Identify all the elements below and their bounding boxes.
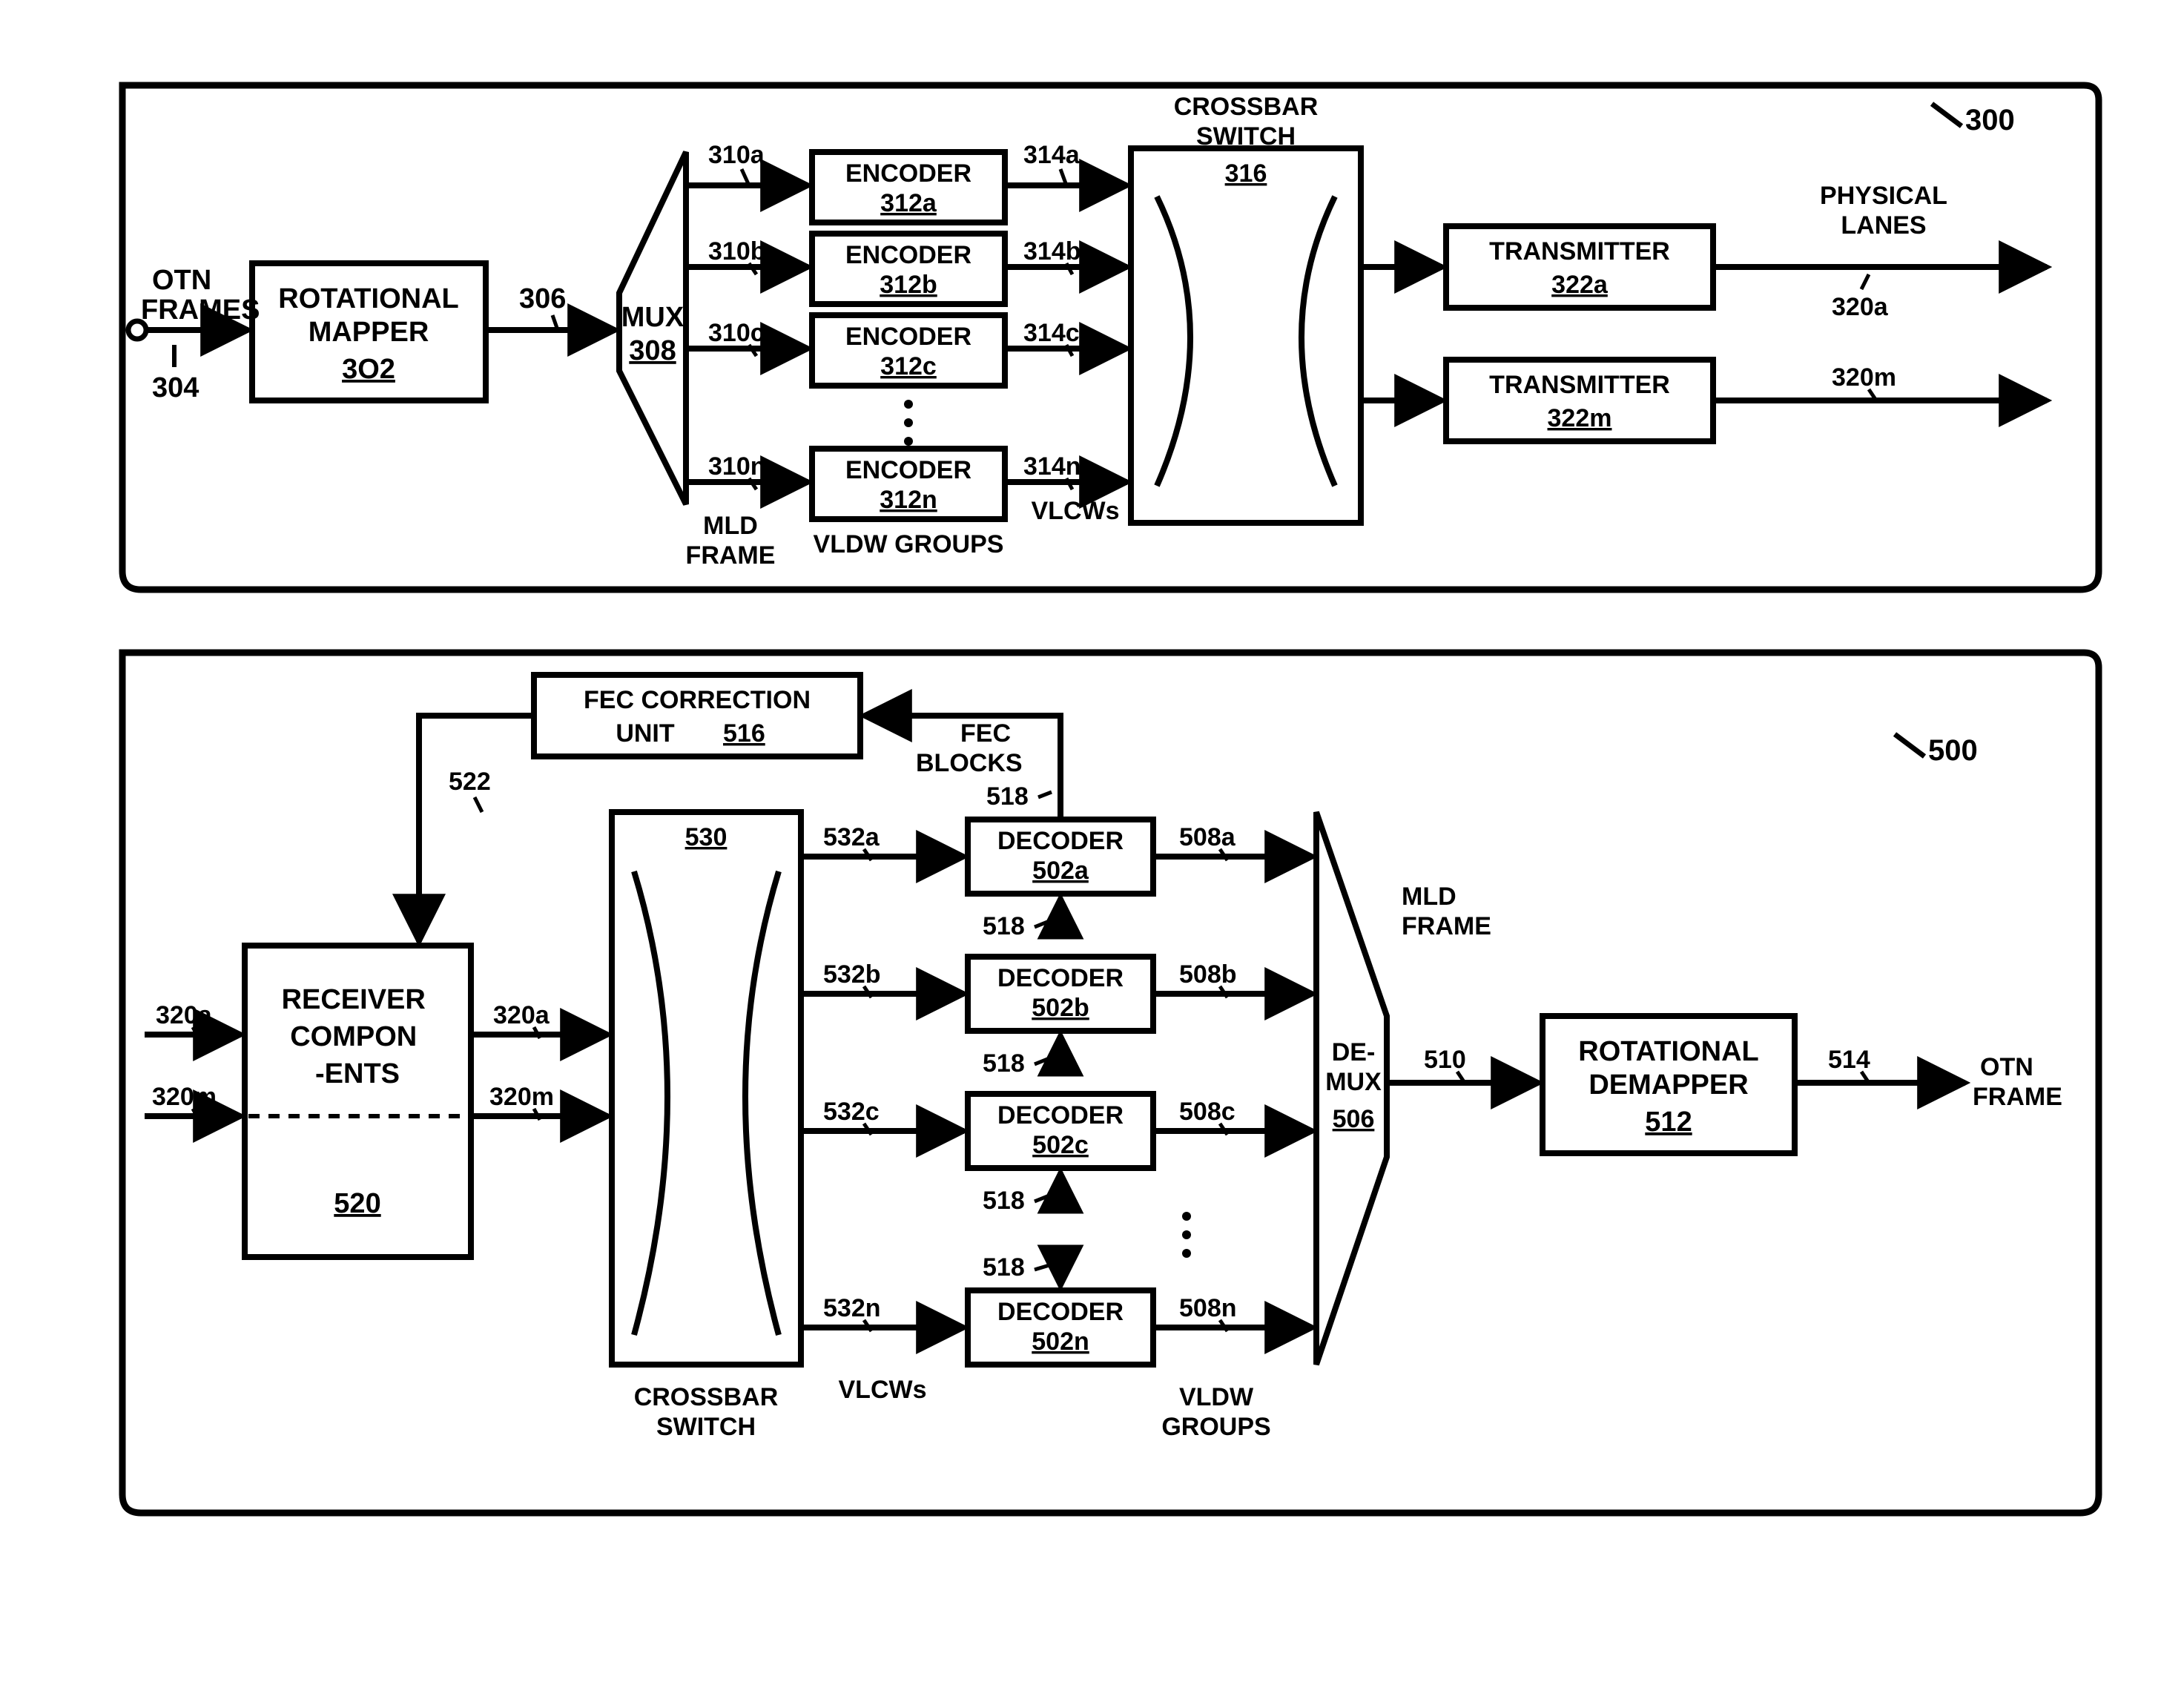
svg-text:508c: 508c [1179,1098,1235,1126]
mux-ref: 308 [629,335,676,366]
receiver-ref: 520 [334,1188,380,1219]
svg-text:312b: 312b [880,271,937,299]
demux-ref: 506 [1333,1105,1375,1133]
fec-ref: 516 [723,719,765,748]
otn-frames-label: OTNFRAMES [141,265,260,326]
lbl-518-a: 518 [983,912,1025,940]
svg-text:502n: 502n [1032,1328,1089,1356]
lbl-in-320m: 320m [152,1083,217,1111]
lbl-522: 522 [449,768,491,796]
crossbar-530-ref: 530 [685,823,728,851]
ellipsis-encoders [904,400,913,446]
decoder-row-c: 532c DECODER 502c 508c [801,1094,1313,1168]
svg-text:310a: 310a [708,141,765,169]
encoder-row-a: 310a ENCODER 312a 314a [686,141,1127,222]
physical-lanes-label: PHYSICALLANES [1820,182,1947,240]
crossbar-316-left-arc [1157,197,1190,486]
vldw-groups-label-500: VLDWGROUPS [1161,1383,1270,1441]
decoder-row-b: 532b DECODER 502b 508b [801,957,1313,1031]
svg-text:ENCODER: ENCODER [845,456,971,484]
lbl-mid-320a: 320a [493,1001,550,1029]
svg-text:ENCODER: ENCODER [845,323,971,351]
svg-text:532b: 532b [823,960,881,989]
svg-text:310c: 310c [708,319,765,347]
lbl-518-b: 518 [983,1049,1025,1078]
svg-text:ENCODER: ENCODER [845,241,971,269]
vlcws-label-500: VLCWs [839,1376,927,1404]
svg-text:322m: 322m [1548,404,1612,432]
svg-text:508b: 508b [1179,960,1237,989]
mux-title: MUX [621,302,684,333]
svg-text:310b: 310b [708,237,766,266]
svg-text:502a: 502a [1032,857,1089,885]
otn-frame-label: OTNFRAME [1973,1053,2062,1111]
rotational-mapper-title: ROTATIONALMAPPER [278,283,458,348]
decoder-row-n: 532n DECODER 502n 508n [801,1290,1313,1365]
vldw-groups-label: VLDW GROUPS [814,530,1004,558]
svg-text:532n: 532n [823,1294,881,1322]
lbl-in-320a: 320a [156,1001,213,1029]
svg-text:532c: 532c [823,1098,880,1126]
fig500-id: 500 [1928,734,1978,767]
svg-text:ENCODER: ENCODER [845,159,971,188]
rotational-mapper-ref: 3O2 [342,354,395,385]
lbl-306: 306 [519,283,566,314]
fig300-id-arrow [1932,104,1962,126]
fig500-id-arrow [1895,734,1924,756]
svg-text:DECODER: DECODER [997,1101,1124,1129]
demapper-title: ROTATIONALDEMAPPER [1578,1036,1758,1101]
transmitter-a: TRANSMITTER 322a 320a [1361,226,2047,321]
receiver-title: RECEIVER COMPON -ENTS [282,984,434,1089]
svg-text:320m: 320m [1832,363,1896,392]
mld-frame-label-500: MLDFRAME [1402,883,1491,940]
svg-text:320a: 320a [1832,293,1889,321]
svg-text:314n: 314n [1023,452,1081,481]
lbl-518-n: 518 [983,1253,1025,1282]
svg-text:508a: 508a [1179,823,1236,851]
fec-title: FEC CORRECTIONUNIT [584,686,811,748]
demux-title: DE-MUX [1325,1038,1382,1096]
svg-text:314a: 314a [1023,141,1081,169]
svg-text:DECODER: DECODER [997,1298,1124,1326]
crossbar-530-title: CROSSBARSWITCH [634,1383,779,1441]
svg-text:314b: 314b [1023,237,1081,266]
svg-text:508n: 508n [1179,1294,1237,1322]
svg-text:TRANSMITTER: TRANSMITTER [1489,371,1670,399]
svg-text:314c: 314c [1023,319,1080,347]
encoder-row-b: 310b ENCODER 312b 314b [686,234,1127,304]
svg-text:TRANSMITTER: TRANSMITTER [1489,237,1670,266]
mld-frame-label: MLDFRAME [686,512,776,570]
crossbar-316-right-arc [1302,197,1335,486]
lbl-510: 510 [1424,1046,1466,1074]
encoder-row-c: 310c ENCODER 312c 314c [686,315,1127,386]
lbl-304: 304 [152,372,199,403]
lbl-514: 514 [1828,1046,1870,1074]
svg-text:312a: 312a [880,189,937,217]
demapper-ref: 512 [1645,1107,1692,1138]
ellipsis-decoders [1182,1212,1191,1258]
svg-text:502c: 502c [1032,1131,1089,1159]
decoder-row-a: 532a DECODER 502a 508a [801,819,1313,894]
svg-text:322a: 322a [1551,271,1609,299]
svg-text:312c: 312c [880,352,937,380]
svg-text:DECODER: DECODER [997,964,1124,992]
fec-blocks-label: FECBLOCKS [916,719,1023,777]
svg-text:502b: 502b [1032,994,1089,1022]
crossbar-530-left-arc [634,871,667,1335]
svg-text:312n: 312n [880,486,937,514]
lbl-518-top: 518 [986,782,1029,811]
wire-522 [419,716,534,942]
fig300-id: 300 [1965,104,2015,136]
transmitter-m: TRANSMITTER 322m 320m [1361,360,2047,441]
lbl-518-c: 518 [983,1187,1025,1215]
lbl-mid-320m: 320m [489,1083,554,1111]
vlcws-label: VLCWs [1032,497,1120,525]
crossbar-530-right-arc [745,871,779,1335]
svg-text:DECODER: DECODER [997,827,1124,855]
svg-text:532a: 532a [823,823,880,851]
crossbar-316-title: CROSSBARSWITCH [1174,93,1319,151]
svg-text:310n: 310n [708,452,766,481]
crossbar-316-ref: 316 [1225,159,1267,188]
